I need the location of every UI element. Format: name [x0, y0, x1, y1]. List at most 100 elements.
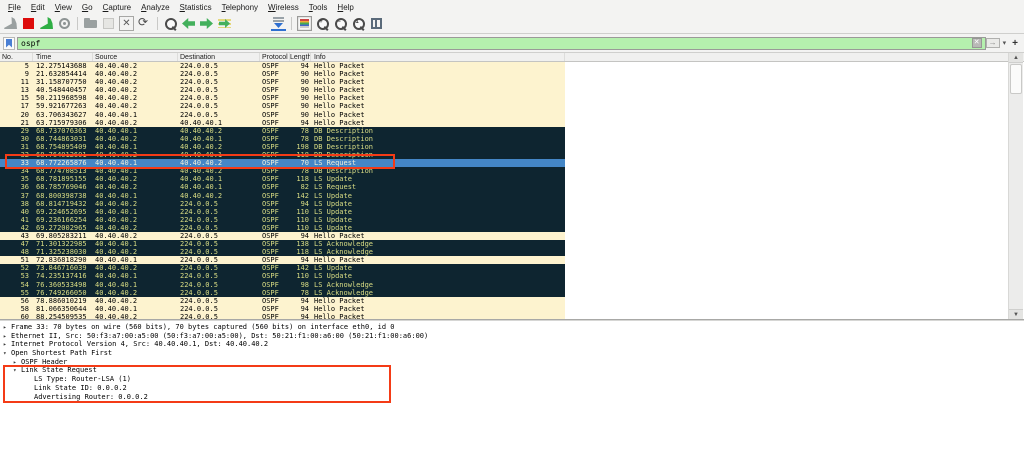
packet-cell-proto[interactable]: OSPF — [260, 127, 290, 135]
packet-cell-no[interactable]: 13 — [0, 86, 33, 94]
zoom-out-icon[interactable]: − — [333, 16, 348, 31]
packet-cell-time[interactable]: 71.325238030 — [33, 248, 93, 256]
packet-cell-proto[interactable]: OSPF — [260, 305, 290, 313]
packet-cell-time[interactable]: 21.632854414 — [33, 70, 93, 78]
packet-cell-time[interactable]: 81.066350644 — [33, 305, 93, 313]
filter-apply-icon[interactable]: → — [985, 38, 1000, 48]
packet-row-5[interactable]: 5 12.275143688 40.40.40.2 224.0.0.5 OSPF 94 He… — [0, 62, 565, 71]
packet-cell-proto[interactable]: OSPF — [260, 175, 290, 183]
packet-cell-time[interactable]: 74.235137416 — [33, 272, 93, 280]
packet-cell-time[interactable]: 68.754895409 — [33, 143, 93, 151]
packet-cell-no[interactable]: 30 — [0, 135, 33, 143]
packet-row-37[interactable]: 37 68.800398738 40.40.40.1 40.40.40.2 OSPF 14… — [0, 191, 565, 200]
packet-cell-info[interactable]: DB Description — [311, 135, 565, 143]
packet-cell-dst[interactable]: 40.40.40.1 — [178, 183, 260, 191]
packet-cell-time[interactable]: 68.800398738 — [33, 192, 93, 200]
capture-options-icon[interactable] — [57, 16, 72, 31]
packet-cell-len[interactable]: 198 — [290, 143, 311, 151]
packet-row-35[interactable]: 35 68.781895155 40.40.40.2 40.40.40.1 OSPF 11… — [0, 175, 565, 184]
packet-cell-proto[interactable]: OSPF — [260, 86, 290, 94]
packet-cell-dst[interactable]: 224.0.0.5 — [178, 281, 260, 289]
packet-cell-info[interactable]: LS Update — [311, 216, 565, 224]
packet-cell-proto[interactable]: OSPF — [260, 248, 290, 256]
packet-cell-src[interactable]: 40.40.40.2 — [93, 94, 178, 102]
expander-closed-icon[interactable]: ▸ — [3, 333, 11, 340]
packet-cell-time[interactable]: 69.805283211 — [33, 232, 93, 240]
packet-cell-src[interactable]: 40.40.40.2 — [93, 224, 178, 232]
menu-help[interactable]: Help — [332, 3, 358, 12]
filter-bookmark-icon[interactable] — [3, 36, 15, 50]
packet-cell-proto[interactable]: OSPF — [260, 289, 290, 297]
packet-cell-len[interactable]: 78 — [290, 289, 311, 297]
packet-cell-dst[interactable]: 224.0.0.5 — [178, 62, 260, 70]
packet-cell-no[interactable]: 38 — [0, 200, 33, 208]
packet-cell-no[interactable]: 31 — [0, 143, 33, 151]
packet-cell-no[interactable]: 37 — [0, 192, 33, 200]
packet-cell-proto[interactable]: OSPF — [260, 200, 290, 208]
packet-row-13[interactable]: 13 40.548440457 40.40.40.2 224.0.0.5 OSPF 90 H… — [0, 86, 565, 95]
menu-go[interactable]: Go — [77, 3, 98, 12]
column-header-destination[interactable]: Destination — [178, 53, 260, 61]
packet-cell-info[interactable]: LS Update — [311, 192, 565, 200]
packet-row-54[interactable]: 54 76.360533498 40.40.40.1 224.0.0.5 OSPF 98 L… — [0, 280, 565, 289]
packet-cell-src[interactable]: 40.40.40.2 — [93, 135, 178, 143]
packet-cell-src[interactable]: 40.40.40.1 — [93, 272, 178, 280]
packet-cell-len[interactable]: 90 — [290, 86, 311, 94]
packet-cell-dst[interactable]: 224.0.0.5 — [178, 297, 260, 305]
menu-wireless[interactable]: Wireless — [263, 3, 304, 12]
filter-dropdown-icon[interactable]: ▾ — [1002, 39, 1008, 47]
packet-cell-dst[interactable]: 224.0.0.5 — [178, 248, 260, 256]
packet-cell-proto[interactable]: OSPF — [260, 256, 290, 264]
packet-row-58[interactable]: 58 81.066350644 40.40.40.1 224.0.0.5 OSPF 94 H… — [0, 304, 565, 313]
packet-cell-proto[interactable]: OSPF — [260, 297, 290, 305]
packet-cell-dst[interactable]: 224.0.0.5 — [178, 240, 260, 248]
go-to-packet-icon[interactable] — [217, 16, 232, 31]
packet-cell-info[interactable]: LS Update — [311, 175, 565, 183]
restart-capture-icon[interactable] — [39, 16, 54, 31]
packet-cell-time[interactable]: 68.785769046 — [33, 183, 93, 191]
packet-cell-info[interactable]: LS Update — [311, 208, 565, 216]
packet-cell-len[interactable]: 110 — [290, 224, 311, 232]
filter-add-button[interactable]: + — [1009, 38, 1021, 49]
column-header-protocol[interactable]: Protocol — [260, 53, 290, 61]
packet-cell-time[interactable]: 68.744863031 — [33, 135, 93, 143]
packet-cell-len[interactable]: 94 — [290, 232, 311, 240]
packet-cell-src[interactable]: 40.40.40.2 — [93, 119, 178, 127]
packet-cell-info[interactable]: Hello Packet — [311, 86, 565, 94]
packet-cell-dst[interactable]: 224.0.0.5 — [178, 264, 260, 272]
packet-cell-len[interactable]: 94 — [290, 119, 311, 127]
packet-cell-no[interactable]: 51 — [0, 256, 33, 264]
packet-cell-time[interactable]: 73.846716039 — [33, 264, 93, 272]
packet-cell-src[interactable]: 40.40.40.1 — [93, 240, 178, 248]
packet-cell-len[interactable]: 94 — [290, 62, 311, 70]
packet-cell-info[interactable]: Hello Packet — [311, 256, 565, 264]
packet-cell-no[interactable]: 36 — [0, 183, 33, 191]
packet-cell-proto[interactable]: OSPF — [260, 272, 290, 280]
zoom-reset-icon[interactable]: 1 — [351, 16, 366, 31]
packet-cell-no[interactable]: 15 — [0, 94, 33, 102]
packet-cell-info[interactable]: LS Update — [311, 264, 565, 272]
packet-cell-src[interactable]: 40.40.40.1 — [93, 111, 178, 119]
packet-cell-time[interactable]: 50.211968598 — [33, 94, 93, 102]
packet-cell-dst[interactable]: 40.40.40.1 — [178, 175, 260, 183]
packet-row-42[interactable]: 42 69.272002965 40.40.40.2 224.0.0.5 OSPF 110… — [0, 223, 565, 232]
start-capture-icon[interactable] — [3, 16, 18, 31]
packet-cell-src[interactable]: 40.40.40.2 — [93, 248, 178, 256]
packet-cell-len[interactable]: 138 — [290, 240, 311, 248]
packet-cell-info[interactable]: LS Request — [311, 183, 565, 191]
packet-cell-info[interactable]: LS Update — [311, 224, 565, 232]
packet-cell-src[interactable]: 40.40.40.1 — [93, 256, 178, 264]
packet-row-11[interactable]: 11 31.158707750 40.40.40.2 224.0.0.5 OSPF 90 H… — [0, 78, 565, 87]
packet-cell-proto[interactable]: OSPF — [260, 111, 290, 119]
packet-cell-time[interactable]: 69.224652695 — [33, 208, 93, 216]
packet-cell-src[interactable]: 40.40.40.2 — [93, 200, 178, 208]
packet-cell-dst[interactable]: 224.0.0.5 — [178, 200, 260, 208]
column-header-source[interactable]: Source — [93, 53, 178, 61]
packet-cell-dst[interactable]: 40.40.40.2 — [178, 143, 260, 151]
packet-cell-proto[interactable]: OSPF — [260, 192, 290, 200]
packet-row-55[interactable]: 55 76.749266050 40.40.40.2 224.0.0.5 OSPF 78 L… — [0, 288, 565, 297]
detail-line[interactable]: ▸ Frame 33: 70 bytes on wire (560 bits), … — [0, 323, 1024, 332]
packet-cell-dst[interactable]: 40.40.40.2 — [178, 192, 260, 200]
packet-cell-len[interactable]: 118 — [290, 175, 311, 183]
menu-capture[interactable]: Capture — [98, 3, 136, 12]
